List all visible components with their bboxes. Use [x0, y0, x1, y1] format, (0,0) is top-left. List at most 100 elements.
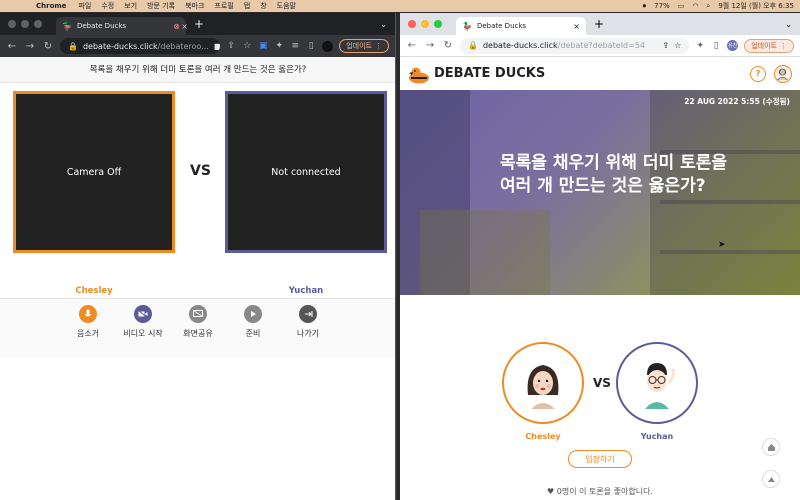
mute-button[interactable]: 음소거: [70, 305, 106, 358]
home-icon: [767, 443, 775, 451]
menu-edit[interactable]: 수정: [101, 1, 114, 11]
url-path: /debateroo...: [157, 41, 209, 51]
zoom-window-button[interactable]: [434, 20, 442, 28]
camera-indicator-icon[interactable]: ■: [214, 42, 220, 51]
minimize-window-button[interactable]: [21, 20, 29, 28]
tab-search-chevron-icon[interactable]: ⌄: [380, 20, 387, 29]
man-portrait-icon: [645, 363, 675, 409]
profile-avatar[interactable]: [322, 40, 334, 52]
exit-button[interactable]: 나가기: [290, 305, 326, 358]
tab-close-icon[interactable]: ×: [573, 22, 580, 31]
search-icon[interactable]: ⌕: [706, 2, 710, 11]
call-controls: 음소거 비디오 시작 화면공유 준비 나가기: [0, 298, 395, 358]
update-button[interactable]: 업데이트 ⋮: [744, 38, 794, 53]
url-host: debate-ducks.click: [82, 41, 158, 51]
screen-share-button[interactable]: 화면공유: [180, 305, 216, 358]
ready-button[interactable]: 준비: [235, 305, 271, 358]
play-icon: [244, 305, 262, 323]
tab-debate-ducks[interactable]: 🦆 Debate Ducks ⊗ ×: [56, 17, 188, 35]
bookmark-star-icon[interactable]: ☆: [674, 41, 681, 50]
url-host: debate-ducks.click: [482, 41, 558, 50]
mouse-cursor-icon: ➤: [718, 240, 726, 250]
menu-window[interactable]: 창: [260, 1, 266, 11]
share-icon[interactable]: ⇪: [226, 41, 236, 51]
battery-icon[interactable]: ▭: [678, 2, 685, 10]
woman-portrait-icon: [527, 365, 559, 409]
new-tab-button[interactable]: +: [594, 17, 604, 31]
address-bar[interactable]: 🔒 debate-ducks.click/debateroo... ■: [60, 38, 221, 54]
side-panel-icon[interactable]: ▯: [711, 41, 721, 51]
reading-list-icon[interactable]: ≡: [290, 41, 300, 51]
menu-app-name[interactable]: Chrome: [36, 2, 66, 10]
home-button[interactable]: [762, 438, 780, 456]
menu-status-area: ⏺ 77% ▭ ◠ ⌕ 9월 12일 (월) 오후 6:35: [643, 1, 794, 11]
recording-close-icon[interactable]: ⊗: [173, 22, 180, 31]
battery-percent: 77%: [654, 2, 670, 10]
camera-view-con: Not connected: [225, 91, 387, 253]
profile-button[interactable]: [774, 64, 792, 83]
con-profile-avatar[interactable]: [616, 342, 698, 424]
left-browser-window: 🦆 Debate Ducks ⊗ × + ⌄ ← → ↻ 🔒 debate-du…: [0, 13, 396, 500]
exit-icon: [299, 305, 317, 323]
screen-share-icon: [189, 305, 207, 323]
update-button[interactable]: 업데이트 ⋮: [339, 39, 389, 53]
site-logo[interactable]: DEBATE DUCKS: [408, 66, 546, 83]
pro-name: Chesley: [525, 432, 561, 441]
forward-icon[interactable]: →: [424, 40, 436, 51]
pro-profile-avatar[interactable]: [502, 342, 584, 424]
forward-icon[interactable]: →: [24, 41, 36, 52]
menu-tab[interactable]: 탭: [244, 1, 250, 11]
new-tab-button[interactable]: +: [194, 17, 204, 31]
menu-history[interactable]: 방문 기록: [147, 1, 175, 11]
translate-extension-icon[interactable]: ▣: [258, 41, 268, 51]
tab-title: Debate Ducks: [76, 22, 127, 30]
back-icon[interactable]: ←: [6, 41, 18, 52]
debate-date: 22 AUG 2022 5:55 (수정됨): [684, 97, 790, 106]
vs-label: VS: [593, 376, 611, 390]
lock-icon: 🔒: [68, 41, 78, 51]
reload-icon[interactable]: ↻: [42, 41, 54, 52]
enter-debate-button[interactable]: 입장하기: [568, 450, 632, 468]
tab-debate-ducks[interactable]: 🦆 Debate Ducks ×: [456, 17, 586, 35]
start-video-button[interactable]: 비디오 시작: [123, 305, 163, 358]
wifi-icon[interactable]: ◠: [692, 2, 698, 10]
browser-toolbar: ← → ↻ 🔒 debate-ducks.click/debate?debate…: [400, 35, 800, 57]
microphone-icon: [79, 305, 97, 323]
browser-toolbar: ← → ↻ 🔒 debate-ducks.click/debateroo... …: [0, 35, 395, 57]
tab-close-icon[interactable]: ×: [181, 22, 188, 31]
player-name-pro: Chesley: [75, 286, 113, 296]
menu-view[interactable]: 보기: [124, 1, 137, 11]
exit-label: 나가기: [296, 329, 320, 338]
site-header: DEBATE DUCKS ?: [400, 57, 800, 90]
side-panel-icon[interactable]: ▯: [306, 41, 316, 51]
close-window-button[interactable]: [8, 20, 16, 28]
share-icon[interactable]: ⇪: [662, 41, 669, 50]
zoom-window-button[interactable]: [34, 20, 42, 28]
screen-share-label: 화면공유: [183, 329, 213, 338]
extensions-icon[interactable]: ✦: [695, 41, 705, 51]
menu-profiles[interactable]: 프로필: [214, 1, 233, 11]
help-button[interactable]: ?: [750, 65, 766, 82]
menu-help[interactable]: 도움말: [277, 1, 296, 11]
reload-icon[interactable]: ↻: [442, 40, 454, 51]
close-window-button[interactable]: [408, 20, 416, 28]
minimize-window-button[interactable]: [421, 20, 429, 28]
duck-favicon-icon: 🦆: [462, 21, 472, 31]
tab-search-chevron-icon[interactable]: ⌄: [785, 20, 792, 29]
logo-text: DEBATE DUCKS: [434, 66, 546, 81]
lock-icon: 🔒: [468, 41, 478, 50]
bookmark-star-icon[interactable]: ☆: [242, 41, 252, 51]
profile-avatar[interactable]: 유찬: [727, 40, 739, 51]
vs-label: VS: [190, 163, 211, 179]
url-path: /debate?debateId=54: [557, 41, 646, 50]
camera-view-pro: Camera Off: [13, 91, 175, 253]
menu-bookmarks[interactable]: 북마크: [185, 1, 204, 11]
menu-file[interactable]: 파일: [78, 1, 91, 11]
duck-favicon-icon: 🦆: [62, 21, 72, 31]
extensions-icon[interactable]: ✦: [274, 41, 284, 51]
camera-off-label: Camera Off: [66, 166, 122, 178]
clock[interactable]: 9월 12일 (월) 오후 6:35: [718, 1, 794, 11]
address-bar[interactable]: 🔒 debate-ducks.click/debate?debateId=54 …: [460, 37, 690, 54]
record-icon[interactable]: ⏺: [643, 2, 647, 11]
back-icon[interactable]: ←: [406, 40, 418, 51]
